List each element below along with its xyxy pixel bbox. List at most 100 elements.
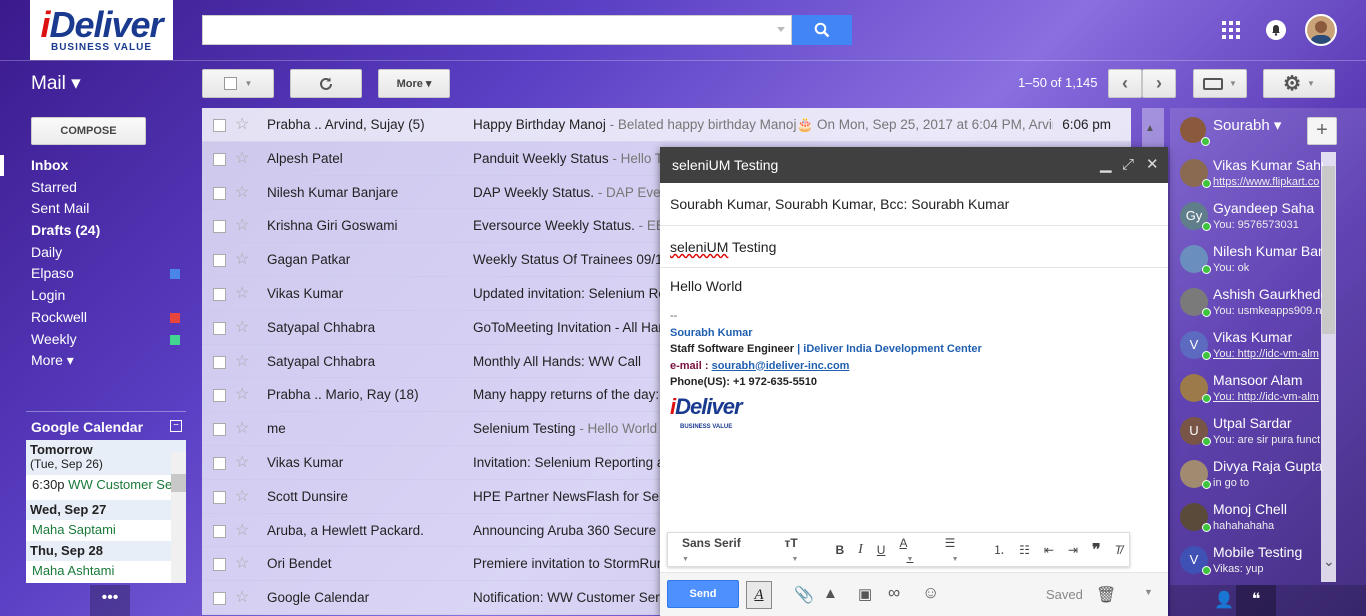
row-checkbox[interactable]: [213, 423, 226, 437]
emoji-icon[interactable]: ☺: [922, 583, 939, 603]
sidebar-item-starred[interactable]: Starred: [0, 177, 190, 199]
row-checkbox[interactable]: [213, 592, 226, 606]
star-icon[interactable]: ☆: [235, 446, 249, 479]
compose-header[interactable]: seleniUM Testing ▁ ⤢ ✕: [660, 147, 1168, 183]
refresh-button[interactable]: [290, 69, 362, 98]
sidebar-item-drafts[interactable]: Drafts (24): [0, 220, 190, 242]
row-checkbox[interactable]: [213, 558, 226, 572]
row-checkbox[interactable]: [213, 254, 226, 268]
subject-field[interactable]: seleniUM Testing: [660, 226, 1168, 268]
notifications-bell-icon[interactable]: [1266, 20, 1286, 40]
settings-button[interactable]: ⚙ ▼: [1263, 69, 1335, 98]
mail-menu[interactable]: Mail ▾: [31, 72, 81, 95]
sidebar-item-weekly[interactable]: Weekly: [0, 329, 190, 351]
star-icon[interactable]: ☆: [235, 142, 249, 175]
message-body[interactable]: Hello World -- Sourabh Kumar Staff Softw…: [660, 268, 1168, 568]
send-button[interactable]: Send: [667, 580, 739, 608]
font-size-icon[interactable]: тT ▼: [778, 536, 829, 564]
drive-icon[interactable]: ▲: [823, 585, 838, 602]
row-checkbox[interactable]: [213, 389, 226, 403]
search-options-icon[interactable]: [777, 27, 785, 32]
indent-more-icon[interactable]: ⇥: [1061, 543, 1085, 557]
font-family-select[interactable]: Sans Serif ▼: [668, 536, 778, 564]
chat-contact[interactable]: V Mobile Testing Vikas: yup: [1178, 544, 1323, 587]
star-icon[interactable]: ☆: [235, 345, 249, 378]
chat-contact[interactable]: Nilesh Kumar Ban You: ok: [1178, 243, 1323, 286]
agenda-event[interactable]: Maha Saptami: [26, 520, 186, 541]
more-options-icon[interactable]: •••: [90, 585, 130, 616]
italic-icon[interactable]: I: [851, 542, 870, 558]
close-icon[interactable]: ✕: [1146, 147, 1159, 183]
compose-button[interactable]: COMPOSE: [31, 117, 146, 145]
row-checkbox[interactable]: [213, 490, 226, 504]
chat-contact[interactable]: V Vikas Kumar You: http://idc-vm-alm: [1178, 329, 1323, 372]
agenda-scrollbar[interactable]: [171, 452, 186, 583]
sidebar-item-elpaso[interactable]: Elpaso: [0, 263, 190, 285]
row-checkbox[interactable]: [213, 152, 226, 166]
bulleted-list-icon[interactable]: ☷: [1012, 543, 1037, 557]
search-input[interactable]: [202, 15, 792, 45]
recipients-field[interactable]: Sourabh Kumar, Sourabh Kumar, Bcc: Soura…: [660, 183, 1168, 226]
more-actions-button[interactable]: More ▾: [378, 69, 450, 98]
row-checkbox[interactable]: [213, 456, 226, 470]
sidebar-item-inbox[interactable]: Inbox: [0, 155, 190, 177]
star-icon[interactable]: ☆: [235, 378, 249, 411]
row-checkbox[interactable]: [213, 186, 226, 200]
sig-email[interactable]: sourabh@ideliver-inc.com: [712, 360, 850, 372]
hangouts-icon[interactable]: ❝: [1236, 585, 1276, 616]
star-icon[interactable]: ☆: [235, 243, 249, 276]
input-tools-button[interactable]: ▼: [1193, 69, 1247, 98]
minimize-icon[interactable]: −: [170, 420, 182, 432]
chat-contact[interactable]: U Utpal Sardar You: are sir pura funct: [1178, 415, 1323, 458]
row-checkbox[interactable]: [213, 287, 226, 301]
agenda-event[interactable]: Maha Ashtami: [26, 561, 186, 582]
sidebar-item-login[interactable]: Login: [0, 285, 190, 307]
quote-icon[interactable]: ❞: [1085, 540, 1108, 560]
chat-contact[interactable]: Ashish Gaurkhede You: usmkeapps909.n: [1178, 286, 1323, 329]
sidebar-item-daily[interactable]: Daily: [0, 242, 190, 264]
chat-contact[interactable]: Gy Gyandeep Saha You: 9576573031: [1178, 200, 1323, 243]
star-icon[interactable]: ☆: [235, 277, 249, 310]
contacts-person-icon[interactable]: 👤: [1214, 590, 1234, 610]
discard-draft-icon[interactable]: 🗑: [1096, 585, 1116, 605]
expand-icon[interactable]: ⤢: [1122, 147, 1134, 183]
newer-button[interactable]: ‹: [1108, 69, 1142, 98]
row-checkbox[interactable]: [213, 321, 226, 335]
chat-contact[interactable]: Mansoor Alam You: http://idc-vm-alm: [1178, 372, 1323, 415]
contact-list-scrollbar[interactable]: ⌄: [1321, 152, 1336, 582]
insert-link-icon[interactable]: ∞: [888, 583, 900, 603]
star-icon[interactable]: ☆: [235, 480, 249, 513]
row-checkbox[interactable]: [213, 220, 226, 234]
bold-icon[interactable]: B: [828, 543, 851, 557]
older-button[interactable]: ›: [1142, 69, 1176, 98]
row-checkbox[interactable]: [213, 355, 226, 369]
minimize-icon[interactable]: ▁: [1100, 147, 1112, 183]
star-icon[interactable]: ☆: [235, 581, 249, 614]
row-checkbox[interactable]: [213, 119, 226, 132]
scroll-up-icon[interactable]: ▲: [1145, 123, 1155, 134]
star-icon[interactable]: ☆: [235, 209, 249, 242]
numbered-list-icon[interactable]: ⒈: [986, 541, 1012, 558]
account-avatar[interactable]: [1305, 14, 1337, 46]
formatting-options-icon[interactable]: A: [746, 581, 772, 609]
more-options-chevron-icon[interactable]: ▼: [1144, 587, 1153, 597]
align-icon[interactable]: ☰ ▼: [938, 536, 987, 564]
attach-file-icon[interactable]: 📎: [794, 585, 814, 605]
star-icon[interactable]: ☆: [235, 108, 249, 141]
chat-contact[interactable]: Divya Raja Gupta in go to: [1178, 458, 1323, 501]
indent-less-icon[interactable]: ⇤: [1037, 543, 1061, 557]
sidebar-item-sent[interactable]: Sent Mail: [0, 198, 190, 220]
sidebar-item-rockwell[interactable]: Rockwell: [0, 307, 190, 329]
insert-photo-icon[interactable]: ▣: [858, 585, 872, 603]
chat-status-menu[interactable]: Sourabh ▾: [1213, 116, 1281, 134]
agenda-event[interactable]: 6:30p WW Customer Se: [26, 475, 186, 496]
underline-icon[interactable]: U: [870, 543, 893, 557]
chat-contact[interactable]: Vikas Kumar Sahu https://www.flipkart.co: [1178, 157, 1323, 200]
select-checkbox-button[interactable]: ▼: [202, 69, 274, 98]
clear-formatting-icon[interactable]: T̸: [1108, 543, 1129, 557]
sidebar-item-more[interactable]: More ▾: [0, 350, 190, 372]
star-icon[interactable]: ☆: [235, 514, 249, 547]
email-row[interactable]: ☆ Prabha .. Arvind, Sujay (5) Happy Birthd…: [202, 108, 1131, 142]
new-chat-button[interactable]: +: [1307, 117, 1337, 145]
scroll-down-icon[interactable]: ⌄: [1323, 553, 1335, 570]
